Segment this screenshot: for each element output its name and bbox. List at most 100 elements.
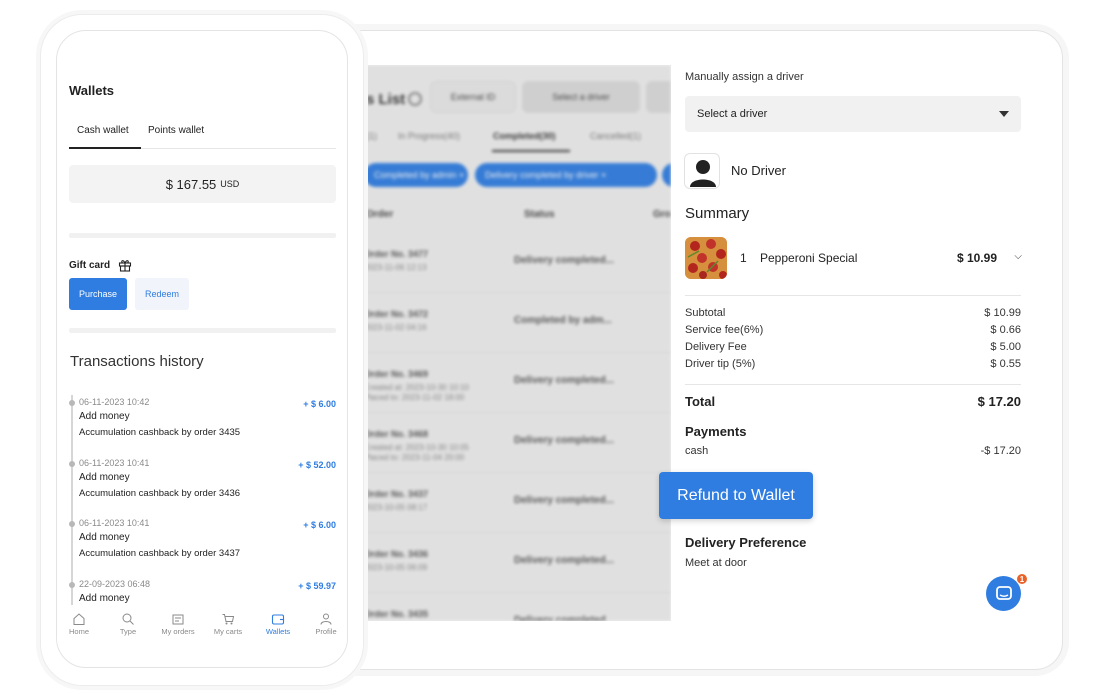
- tx-amount: + $ 59.97: [298, 581, 336, 591]
- tx-date: 22-09-2023 06:48: [79, 579, 151, 589]
- tab-points-wallet[interactable]: Points wallet: [148, 125, 204, 136]
- delivery-fee-label: Delivery Fee: [685, 341, 747, 353]
- service-fee-line: Service fee(6%) $ 0.66: [685, 324, 1021, 340]
- service-fee-value: $ 0.66: [990, 324, 1021, 336]
- orders-icon: [172, 614, 184, 625]
- subtotal-line: Subtotal $ 10.99: [685, 307, 1021, 323]
- tx-title: Add money: [79, 411, 130, 422]
- delivery-fee-line: Delivery Fee $ 5.00: [685, 341, 1021, 357]
- list-item[interactable]: 22-09-2023 06:48 + $ 59.97 Add money: [69, 579, 336, 608]
- tx-title: Add money: [79, 593, 130, 604]
- person-icon: [690, 160, 716, 187]
- tx-desc: Accumulation cashback by order 3435: [79, 427, 241, 438]
- item-price: $ 10.99: [956, 251, 997, 265]
- driver-tip-label: Driver tip (5%): [685, 358, 756, 370]
- list-item[interactable]: 06-11-2023 10:42 + $ 6.00 Add money Accu…: [69, 397, 336, 457]
- section-divider: [69, 233, 336, 238]
- assign-driver-label: Manually assign a driver: [685, 71, 804, 83]
- notification-badge: 1: [1016, 573, 1028, 585]
- nav-label: My carts: [213, 627, 243, 636]
- total-label: Total: [685, 394, 716, 409]
- tx-date: 06-11-2023 10:42: [79, 397, 150, 407]
- delivery-preference-value: Meet at door: [685, 557, 747, 569]
- subtotal-value: $ 10.99: [984, 307, 1021, 319]
- phone-screen: Wallets Cash wallet Points wallet $ 167.…: [56, 30, 348, 668]
- nav-my-carts[interactable]: My carts: [203, 608, 253, 646]
- driver-tip-line: Driver tip (5%) $ 0.55: [685, 358, 1021, 374]
- timeline-dot: [69, 461, 75, 467]
- gift-icon: [118, 260, 132, 272]
- profile-icon: [320, 613, 332, 625]
- search-icon: [122, 613, 134, 625]
- summary-title: Summary: [685, 205, 750, 222]
- driver-select-value: Select a driver: [697, 108, 768, 120]
- tx-desc: Accumulation cashback by order 3437: [79, 548, 241, 559]
- avatar: [684, 153, 720, 189]
- caret-down-icon: [999, 111, 1009, 117]
- cart-icon: [222, 614, 235, 625]
- purchase-button[interactable]: Purchase: [69, 278, 127, 310]
- tx-date: 06-11-2023 10:41: [79, 458, 150, 468]
- payment-line: cash -$ 17.20: [685, 445, 1021, 457]
- chevron-down-icon[interactable]: ⌵: [1014, 251, 1022, 262]
- tx-title: Add money: [79, 472, 130, 483]
- delivery-fee-value: $ 5.00: [990, 341, 1021, 353]
- chat-icon: [995, 585, 1012, 600]
- balance-currency: USD: [220, 179, 240, 189]
- gift-card-label: Gift card: [69, 260, 111, 271]
- list-item[interactable]: 06-11-2023 10:41 + $ 52.00 Add money Acc…: [69, 458, 336, 518]
- tx-amount: + $ 6.00: [303, 399, 336, 409]
- divider: [685, 384, 1021, 385]
- total-value: $ 17.20: [977, 394, 1021, 409]
- pizza-image: [685, 237, 727, 279]
- payments-title: Payments: [685, 424, 747, 439]
- list-item[interactable]: 06-11-2023 10:41 + $ 6.00 Add money Accu…: [69, 518, 336, 578]
- orders-overlay: [364, 65, 671, 621]
- bottom-nav: Home Type My orders My carts Wallets Pro…: [57, 608, 347, 648]
- driver-select[interactable]: Select a driver: [685, 96, 1021, 132]
- page-title: Wallets: [69, 83, 115, 98]
- driver-name: No Driver: [731, 163, 786, 178]
- transactions-history-title: Transactions history: [70, 353, 204, 370]
- tx-amount: + $ 6.00: [303, 520, 336, 530]
- nav-label: My orders: [161, 627, 195, 636]
- driver-tip-value: $ 0.55: [990, 358, 1021, 370]
- nav-my-orders[interactable]: My orders: [153, 608, 203, 646]
- nav-profile[interactable]: Profile: [301, 608, 347, 646]
- tab-underline: [69, 147, 141, 149]
- nav-type[interactable]: Type: [103, 608, 153, 646]
- service-fee-label: Service fee(6%): [685, 324, 764, 336]
- nav-label: Type: [119, 627, 137, 636]
- redeem-button[interactable]: Redeem: [135, 278, 189, 310]
- transactions-list: 06-11-2023 10:42 + $ 6.00 Add money Accu…: [57, 386, 347, 608]
- admin-screen: s List External ID Select a driver (1) I…: [364, 65, 1035, 621]
- tx-date: 06-11-2023 10:41: [79, 518, 150, 528]
- subtotal-label: Subtotal: [685, 307, 726, 319]
- nav-wallets[interactable]: Wallets: [253, 608, 303, 646]
- nav-home[interactable]: Home: [57, 608, 104, 646]
- delivery-preference-title: Delivery Preference: [685, 535, 807, 550]
- order-detail-panel: Manually assign a driver Select a driver…: [671, 65, 1035, 621]
- section-divider: [69, 328, 336, 333]
- nav-label: Home: [68, 627, 89, 636]
- timeline-dot: [69, 400, 75, 406]
- tab-cash-wallet[interactable]: Cash wallet: [77, 125, 129, 136]
- home-icon: [73, 613, 85, 625]
- tx-amount: + $ 52.00: [298, 460, 336, 470]
- total-line: Total $ 17.20: [685, 394, 1021, 409]
- payment-value: -$ 17.20: [980, 445, 1021, 457]
- timeline-dot: [69, 582, 75, 588]
- timeline-dot: [69, 521, 75, 527]
- item-name: Pepperoni Special: [760, 251, 858, 265]
- divider: [685, 295, 1021, 296]
- payment-method: cash: [685, 445, 709, 457]
- wallet-icon: [271, 614, 285, 625]
- item-qty: 1: [740, 251, 747, 265]
- refund-to-wallet-button[interactable]: Refund to Wallet: [659, 472, 813, 519]
- wallet-balance: $ 167.55 USD: [69, 165, 336, 203]
- nav-label: Wallets: [265, 627, 291, 636]
- tx-title: Add money: [79, 532, 130, 543]
- balance-amount: $ 167.55: [165, 176, 217, 192]
- nav-label: Profile: [315, 627, 337, 636]
- tx-desc: Accumulation cashback by order 3436: [79, 488, 241, 499]
